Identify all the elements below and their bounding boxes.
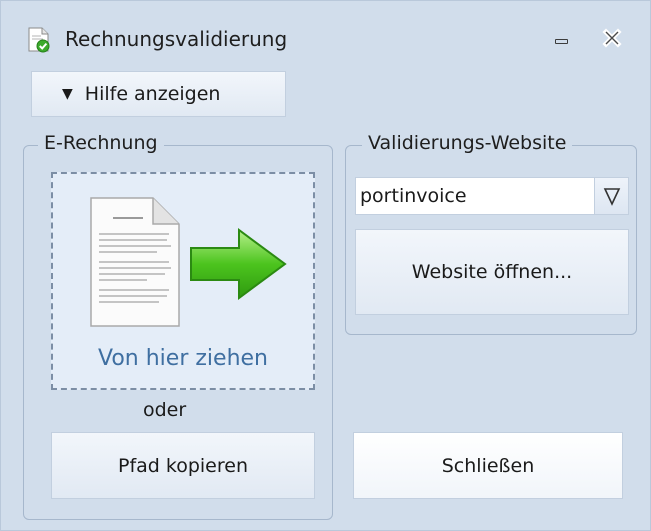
show-help-button[interactable]: ▼ Hilfe anzeigen — [31, 71, 286, 117]
website-select[interactable]: portinvoice — [355, 177, 629, 215]
validation-website-legend: Validierungs-Website — [362, 132, 573, 154]
arrow-right-icon — [190, 228, 287, 300]
chevron-down-icon — [603, 188, 621, 206]
website-select-value: portinvoice — [360, 185, 467, 207]
drag-source-area[interactable]: Von hier ziehen — [51, 172, 315, 390]
close-button[interactable]: Schließen — [353, 432, 623, 499]
open-website-button[interactable]: Website öffnen... — [355, 229, 629, 315]
title-bar[interactable]: Rechnungsvalidierung — [1, 1, 650, 61]
close-icon[interactable] — [598, 25, 626, 51]
triangle-down-icon: ▼ — [62, 86, 73, 102]
open-website-label: Website öffnen... — [411, 261, 573, 283]
copy-path-label: Pfad kopieren — [118, 454, 248, 477]
e-rechnung-legend: E-Rechnung — [38, 132, 164, 154]
document-icon — [90, 197, 180, 327]
dialog-window: Rechnungsvalidierung ▼ Hilfe anzeigen E-… — [0, 0, 651, 531]
window-title: Rechnungsvalidierung — [65, 27, 288, 51]
copy-path-button[interactable]: Pfad kopieren — [51, 432, 315, 499]
close-button-label: Schließen — [441, 454, 535, 477]
minimize-icon[interactable] — [546, 27, 576, 49]
or-label: oder — [143, 399, 187, 421]
show-help-label: Hilfe anzeigen — [84, 83, 221, 105]
drag-label: Von hier ziehen — [98, 346, 268, 371]
document-check-icon — [28, 27, 50, 53]
dropdown-arrow-button[interactable] — [594, 178, 628, 214]
